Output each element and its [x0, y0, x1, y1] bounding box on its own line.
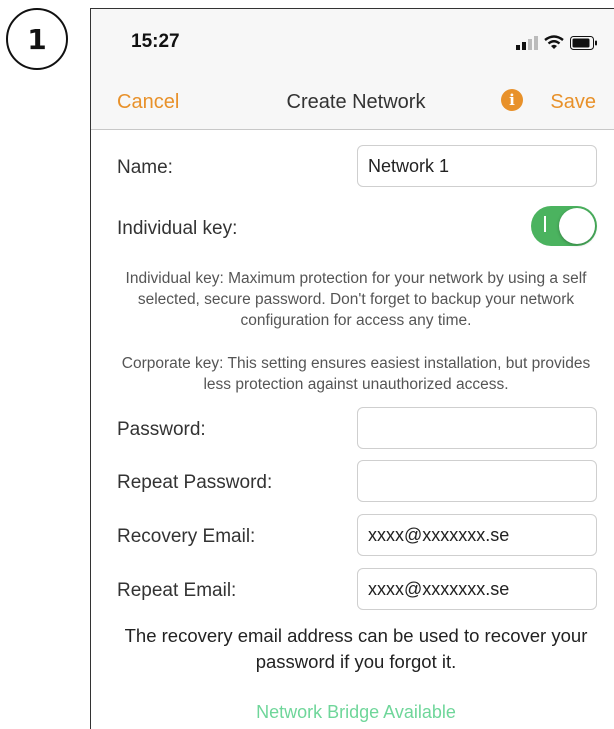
page-title: Create Network — [286, 91, 426, 113]
recovery-email-label: Recovery Email: — [117, 526, 256, 547]
individual-key-help-text: Individual key: Maximum protection for y… — [125, 270, 587, 329]
save-button[interactable]: Save — [550, 91, 596, 114]
battery-icon — [570, 35, 597, 50]
wifi-icon — [544, 35, 564, 49]
individual-key-label: Individual key: — [117, 218, 238, 239]
password-field[interactable] — [357, 407, 597, 449]
corporate-key-help-text: Corporate key: This setting ensures easi… — [121, 355, 591, 393]
status-time: 15:27 — [131, 31, 180, 52]
repeat-email-label: Repeat Email: — [117, 580, 237, 601]
info-icon[interactable]: i — [501, 89, 523, 111]
step-number-badge: 1 — [6, 8, 68, 70]
navigation-bar: Cancel Create Network i Save — [91, 79, 614, 130]
repeat-password-label: Repeat Password: — [117, 472, 273, 493]
password-label: Password: — [117, 419, 206, 440]
cellular-signal-icon — [516, 35, 538, 50]
recovery-email-field[interactable]: xxxx@xxxxxxx.se — [357, 514, 597, 556]
toggle-knob — [559, 208, 595, 244]
phone-screen: 15:27 Cancel Create Network i Save Name:… — [90, 8, 614, 729]
network-bridge-link[interactable]: Network Bridge Available — [91, 702, 614, 723]
name-field[interactable]: Network 1 — [357, 145, 597, 187]
individual-key-toggle[interactable] — [531, 206, 597, 246]
name-label: Name: — [117, 157, 173, 178]
toggle-on-mark — [544, 216, 546, 232]
repeat-email-field[interactable]: xxxx@xxxxxxx.se — [357, 568, 597, 610]
recovery-email-help-text: The recovery email address can be used t… — [124, 625, 588, 672]
repeat-password-field[interactable] — [357, 460, 597, 502]
status-icons — [516, 35, 598, 50]
status-bar: 15:27 — [91, 9, 614, 79]
